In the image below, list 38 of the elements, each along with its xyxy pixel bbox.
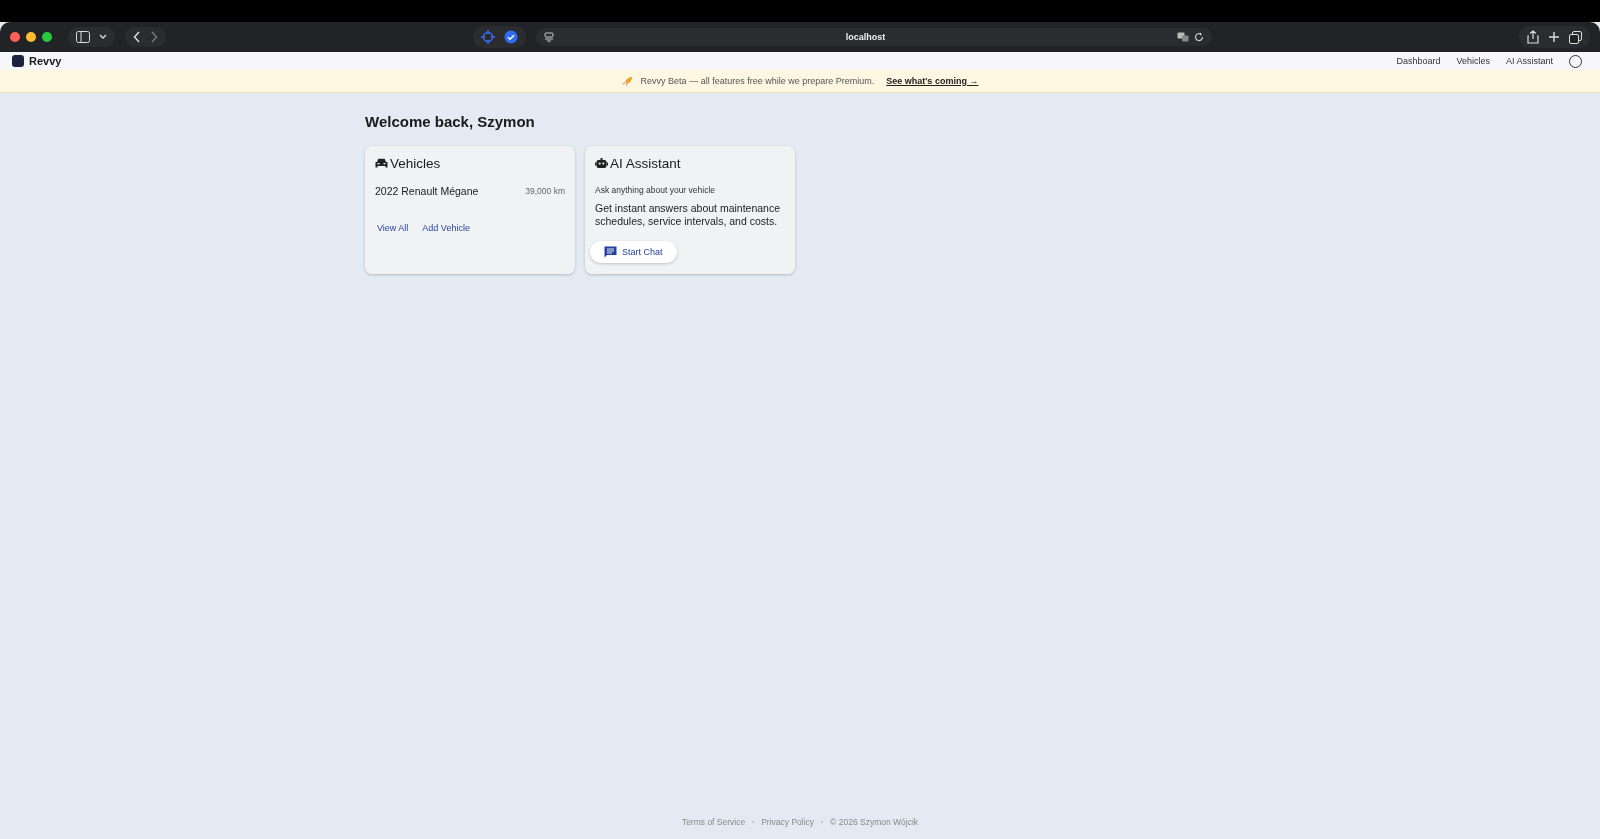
banner-link[interactable]: See what's coming → — [886, 76, 979, 86]
forward-icon[interactable] — [150, 31, 158, 43]
page-heading: Welcome back, Szymon — [365, 113, 536, 130]
card-link[interactable]: View All — [377, 223, 409, 233]
reload-icon[interactable] — [1194, 32, 1204, 42]
logo-icon — [12, 55, 24, 67]
nav-link[interactable]: Vehicles — [1456, 56, 1490, 66]
nav-link[interactable]: Dashboard — [1396, 56, 1441, 66]
robot-icon — [595, 157, 608, 170]
card-title: AI Assistant — [610, 156, 681, 171]
crosshair-icon[interactable] — [481, 30, 495, 44]
plus-icon[interactable] — [1548, 31, 1560, 43]
vehicle-mileage: 39,000 km — [525, 186, 565, 196]
rocket-icon — [621, 75, 633, 87]
car-icon — [375, 158, 388, 169]
nav-link[interactable]: AI Assistant — [1505, 56, 1553, 66]
translate-icon[interactable] — [1177, 32, 1189, 42]
card-title: Vehicles — [390, 156, 441, 171]
sidebar-icon[interactable] — [76, 31, 90, 43]
app-logo[interactable]: Revvy — [29, 55, 62, 67]
minimize-button[interactable] — [26, 32, 36, 42]
page-menu-icon — [544, 32, 554, 42]
card-subtitle: Ask anything about your vehicle — [595, 185, 717, 195]
chevron-down-icon[interactable] — [99, 34, 107, 40]
chat-icon — [604, 246, 617, 259]
share-icon[interactable] — [1527, 30, 1539, 44]
copyright-text: © 2026 Szymon Wójcik — [830, 817, 919, 827]
tabs-icon[interactable] — [1569, 30, 1582, 44]
start-chat-button[interactable]: Start Chat — [590, 241, 677, 264]
vehicle-name[interactable]: 2022 Renault Mégane — [375, 185, 479, 197]
card-description: Get instant answers about maintenance schedules, service intervals, and costs. — [595, 202, 782, 228]
maximize-button[interactable] — [42, 32, 52, 42]
address-bar[interactable]: localhost — [536, 28, 1212, 46]
card-link[interactable]: Add Vehicle — [422, 223, 470, 233]
back-icon[interactable] — [133, 31, 141, 43]
check-badge-icon[interactable] — [504, 30, 518, 44]
close-button[interactable] — [10, 32, 20, 42]
banner-text: Revvy Beta — all features free while we prepare Premium. — [640, 76, 875, 86]
